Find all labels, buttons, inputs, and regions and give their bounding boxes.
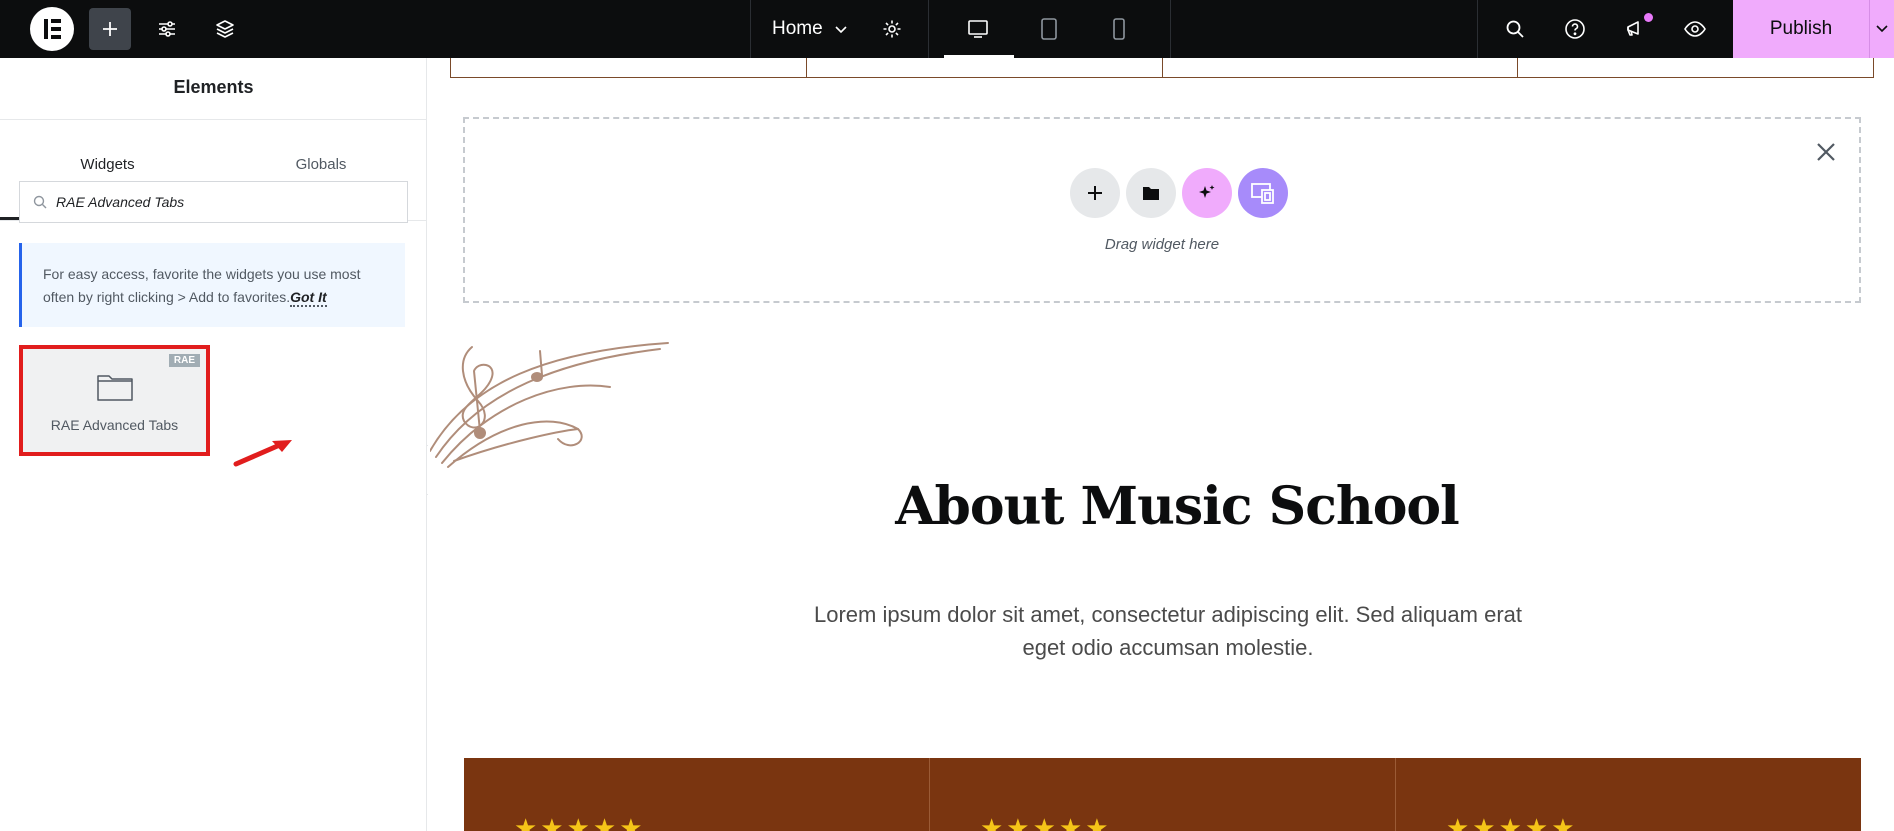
chevron-down-icon	[1876, 25, 1888, 33]
publish-button[interactable]: Publish	[1733, 0, 1869, 58]
add-element-button[interactable]	[89, 8, 131, 50]
favorites-notice: For easy access, favorite the widgets yo…	[19, 243, 405, 327]
help-button[interactable]	[1554, 8, 1596, 50]
rae-badge: RAE	[168, 354, 200, 367]
desktop-icon	[968, 20, 988, 38]
search-button[interactable]	[1494, 8, 1536, 50]
table-cell	[1518, 58, 1873, 77]
widget-label: RAE Advanced Tabs	[50, 417, 179, 433]
divider	[1477, 0, 1478, 58]
close-icon[interactable]	[1815, 141, 1837, 163]
got-it-link[interactable]: Got It	[290, 289, 327, 307]
divider	[1170, 0, 1171, 58]
folder-icon	[97, 375, 133, 401]
desktop-view-button[interactable]	[957, 8, 999, 50]
help-icon	[1565, 19, 1585, 39]
panel-title: Elements	[173, 77, 254, 97]
red-arrow-annotation	[233, 440, 292, 467]
folder-icon	[1143, 187, 1159, 200]
gear-icon	[883, 20, 901, 38]
page-canvas: Drag widget here About Music School Lore…	[428, 58, 1894, 831]
add-section-button[interactable]	[1070, 168, 1120, 218]
mobile-icon	[1113, 18, 1125, 40]
ai-generate-button[interactable]	[1182, 168, 1232, 218]
search-field[interactable]	[19, 181, 408, 223]
section-paragraph: Lorem ipsum dolor sit amet, consectetur …	[813, 602, 1522, 660]
add-template-button[interactable]	[1126, 168, 1176, 218]
star-rating: ★★★★★	[980, 813, 1112, 831]
add-icon	[1088, 186, 1102, 200]
megaphone-icon	[1627, 21, 1639, 36]
search-input[interactable]	[56, 182, 401, 222]
divider	[928, 0, 929, 58]
website-kit-button[interactable]	[1238, 168, 1288, 218]
previous-section-table	[450, 58, 1874, 78]
page-selector[interactable]: Home	[772, 0, 823, 58]
add-icon	[103, 22, 117, 36]
testimonial-card: ★★★★★	[930, 758, 1396, 831]
eye-icon	[1684, 21, 1706, 37]
table-cell	[1163, 58, 1519, 77]
testimonial-card: ★★★★★	[464, 758, 930, 831]
page-settings-button[interactable]	[871, 8, 913, 50]
search-icon	[33, 195, 47, 209]
music-notes-decoration	[430, 342, 669, 468]
section-heading: About Music School	[895, 476, 1460, 537]
chevron-down-icon[interactable]	[833, 22, 849, 38]
star-rating: ★★★★★	[1446, 813, 1578, 831]
divider	[750, 0, 751, 58]
layers-icon	[216, 20, 234, 38]
dropzone-hint: Drag widget here	[1104, 236, 1220, 253]
preview-button[interactable]	[1674, 8, 1716, 50]
publish-options-button[interactable]	[1869, 0, 1894, 58]
sparkles-icon	[1199, 185, 1215, 198]
notification-dot	[1644, 13, 1653, 22]
structure-button[interactable]	[204, 8, 246, 50]
testimonials-section: ★★★★★ ★★★★★ ★★★★★	[464, 758, 1861, 831]
top-bar: Home Publish	[0, 0, 1894, 58]
empty-section-dropzone[interactable]: Drag widget here	[463, 117, 1861, 303]
table-cell	[451, 58, 807, 77]
testimonial-card: ★★★★★	[1396, 758, 1861, 831]
tablet-view-button[interactable]	[1028, 8, 1070, 50]
elements-panel: Elements Widgets Globals For easy access…	[0, 58, 427, 831]
site-settings-button[interactable]	[146, 8, 188, 50]
mobile-view-button[interactable]	[1098, 8, 1140, 50]
tablet-icon	[1041, 18, 1057, 40]
star-rating: ★★★★★	[514, 813, 646, 831]
table-cell	[807, 58, 1163, 77]
search-icon	[1506, 20, 1524, 38]
settings-sliders-icon	[159, 21, 175, 37]
elementor-logo-icon[interactable]	[30, 7, 74, 51]
widget-rae-advanced-tabs[interactable]: RAE RAE Advanced Tabs	[19, 345, 210, 456]
responsive-layout-icon	[1251, 183, 1274, 204]
